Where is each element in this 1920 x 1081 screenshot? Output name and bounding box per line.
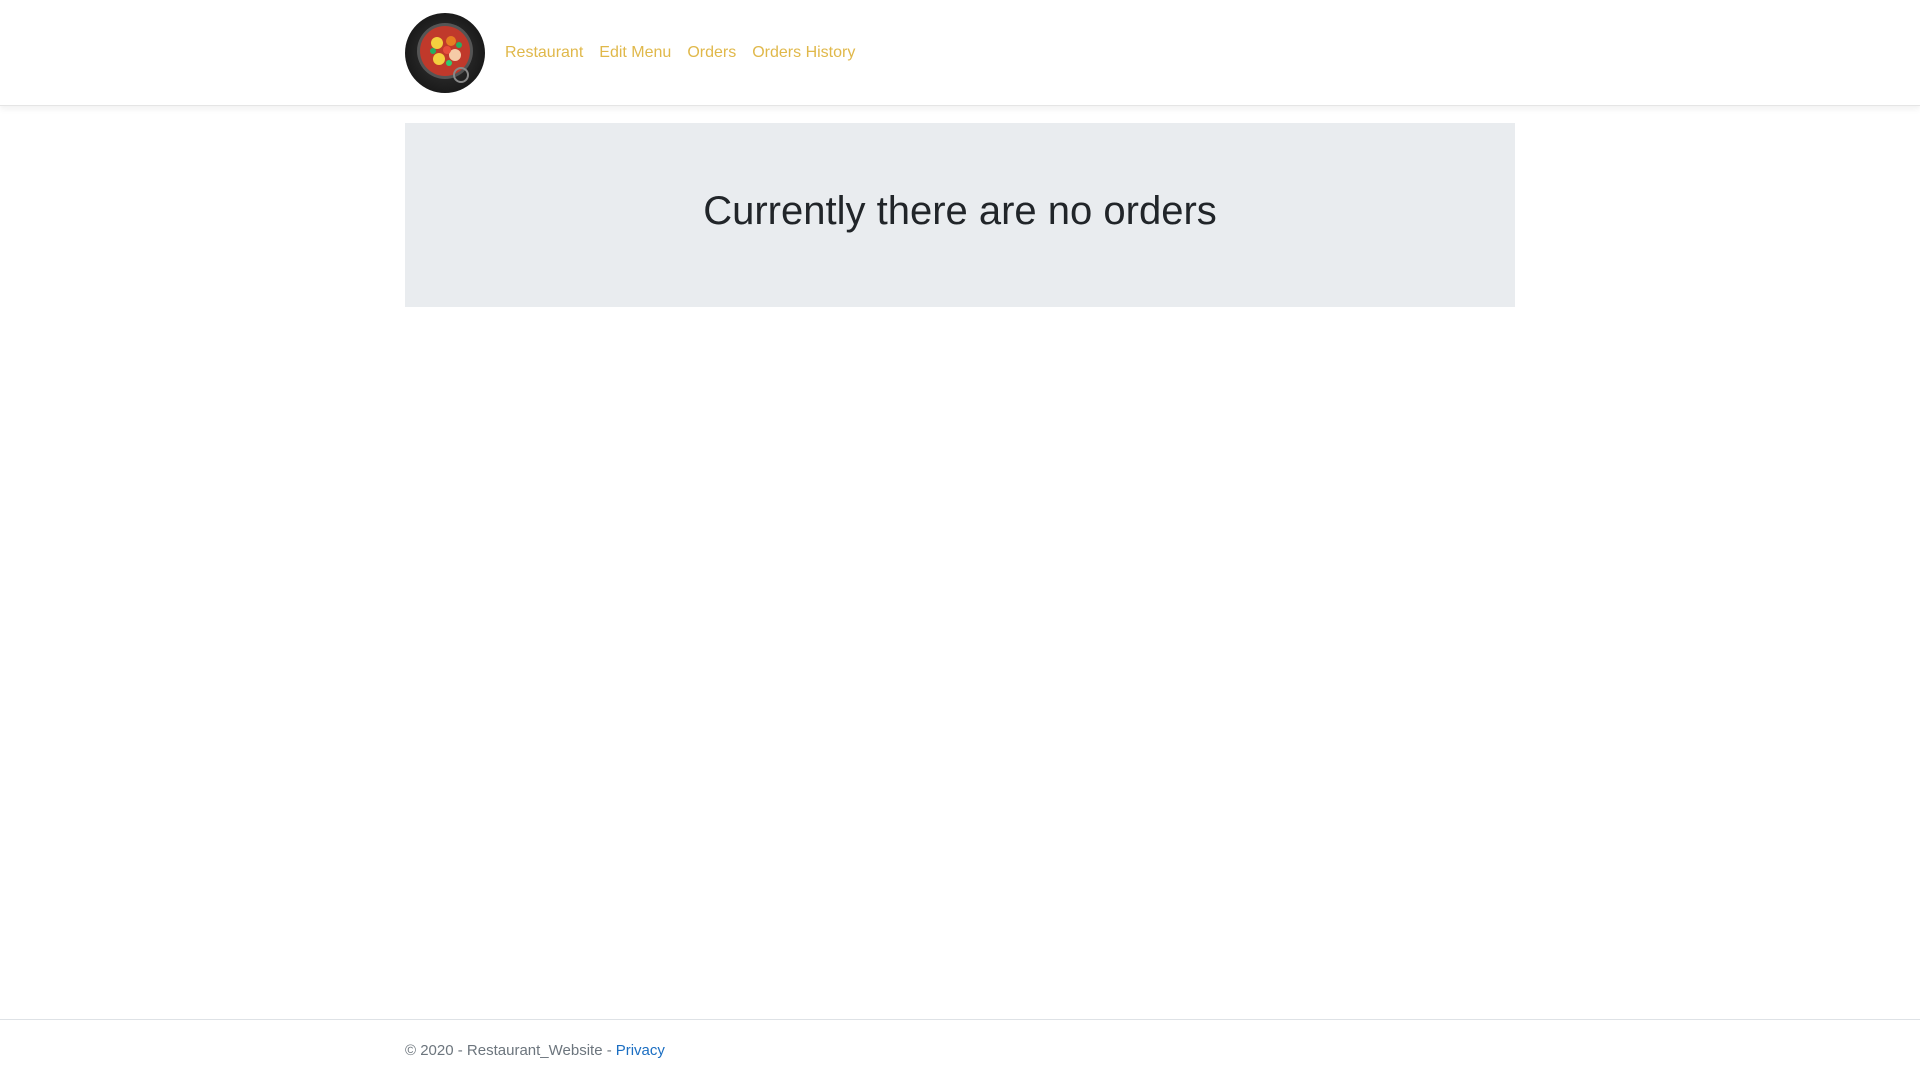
nav-link-edit-menu[interactable]: Edit Menu bbox=[591, 36, 679, 70]
privacy-link[interactable]: Privacy bbox=[616, 1042, 665, 1059]
top-navbar: Restaurant Edit Menu Orders Orders Histo… bbox=[0, 0, 1920, 106]
footer-copyright: © 2020 - Restaurant_Website - bbox=[405, 1042, 612, 1059]
empty-orders-message: Currently there are no orders bbox=[703, 188, 1217, 233]
navbar-container: Restaurant Edit Menu Orders Orders Histo… bbox=[405, 0, 1515, 105]
nav-links: Restaurant Edit Menu Orders Orders Histo… bbox=[497, 36, 863, 70]
nav-link-restaurant[interactable]: Restaurant bbox=[497, 36, 591, 70]
footer-container: © 2020 - Restaurant_Website - Privacy bbox=[405, 1020, 1515, 1081]
empty-orders-panel: Currently there are no orders bbox=[405, 123, 1515, 307]
nav-link-orders-history[interactable]: Orders History bbox=[744, 36, 863, 70]
food-bowl-logo-icon[interactable] bbox=[405, 12, 485, 93]
page-footer: © 2020 - Restaurant_Website - Privacy bbox=[0, 1019, 1920, 1081]
nav-link-orders[interactable]: Orders bbox=[679, 36, 744, 70]
